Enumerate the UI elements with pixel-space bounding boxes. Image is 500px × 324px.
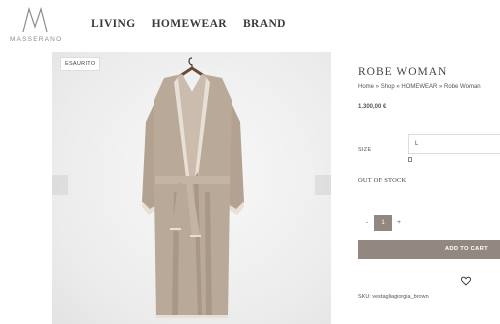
add-to-cart-button[interactable]: ADD TO CART xyxy=(358,240,500,259)
main-nav: LIVING HOMEWEAR BRAND xyxy=(91,18,286,30)
breadcrumb-category[interactable]: HOMEWEAR xyxy=(401,84,437,90)
nav-item-homewear[interactable]: HOMEWEAR xyxy=(152,18,227,30)
product-gallery[interactable]: ESAURITO xyxy=(52,52,331,324)
heart-icon[interactable] xyxy=(461,276,471,286)
product-price: 1.300,00 € xyxy=(358,104,387,110)
breadcrumb-shop[interactable]: Shop xyxy=(381,84,395,90)
nav-item-brand[interactable]: BRAND xyxy=(243,18,286,30)
gallery-prev-arrow[interactable] xyxy=(52,175,68,195)
sku-value: vestagliagiorgia_brown xyxy=(372,294,429,300)
breadcrumb: Home » Shop » HOMEWEAR » Robe Woman xyxy=(358,84,481,90)
logo-m-mark xyxy=(22,7,48,33)
size-label: SIZE xyxy=(358,147,372,153)
quantity-stepper: - 1 + xyxy=(360,215,406,231)
size-checkbox[interactable] xyxy=(408,157,412,162)
breadcrumb-separator: » xyxy=(374,84,381,90)
brand-logo[interactable]: MASSERANO xyxy=(10,7,62,45)
logo-text: MASSERANO xyxy=(10,36,63,43)
qty-input[interactable]: 1 xyxy=(374,215,392,231)
qty-decrease-button[interactable]: - xyxy=(360,215,374,231)
stock-status: OUT OF STOCK xyxy=(358,177,407,184)
breadcrumb-home[interactable]: Home xyxy=(358,84,374,90)
breadcrumb-current: Robe Woman xyxy=(444,84,481,90)
nav-item-living[interactable]: LIVING xyxy=(91,18,136,30)
sku-label: SKU: xyxy=(358,294,371,300)
qty-increase-button[interactable]: + xyxy=(392,215,406,231)
product-image-robe xyxy=(142,57,244,318)
product-title: ROBE WOMAN xyxy=(358,66,448,78)
size-select[interactable]: L xyxy=(408,134,500,154)
gallery-next-arrow[interactable] xyxy=(315,175,331,195)
product-sku: SKU: vestagliagiorgia_brown xyxy=(358,294,429,300)
out-of-stock-badge: ESAURITO xyxy=(60,57,101,71)
